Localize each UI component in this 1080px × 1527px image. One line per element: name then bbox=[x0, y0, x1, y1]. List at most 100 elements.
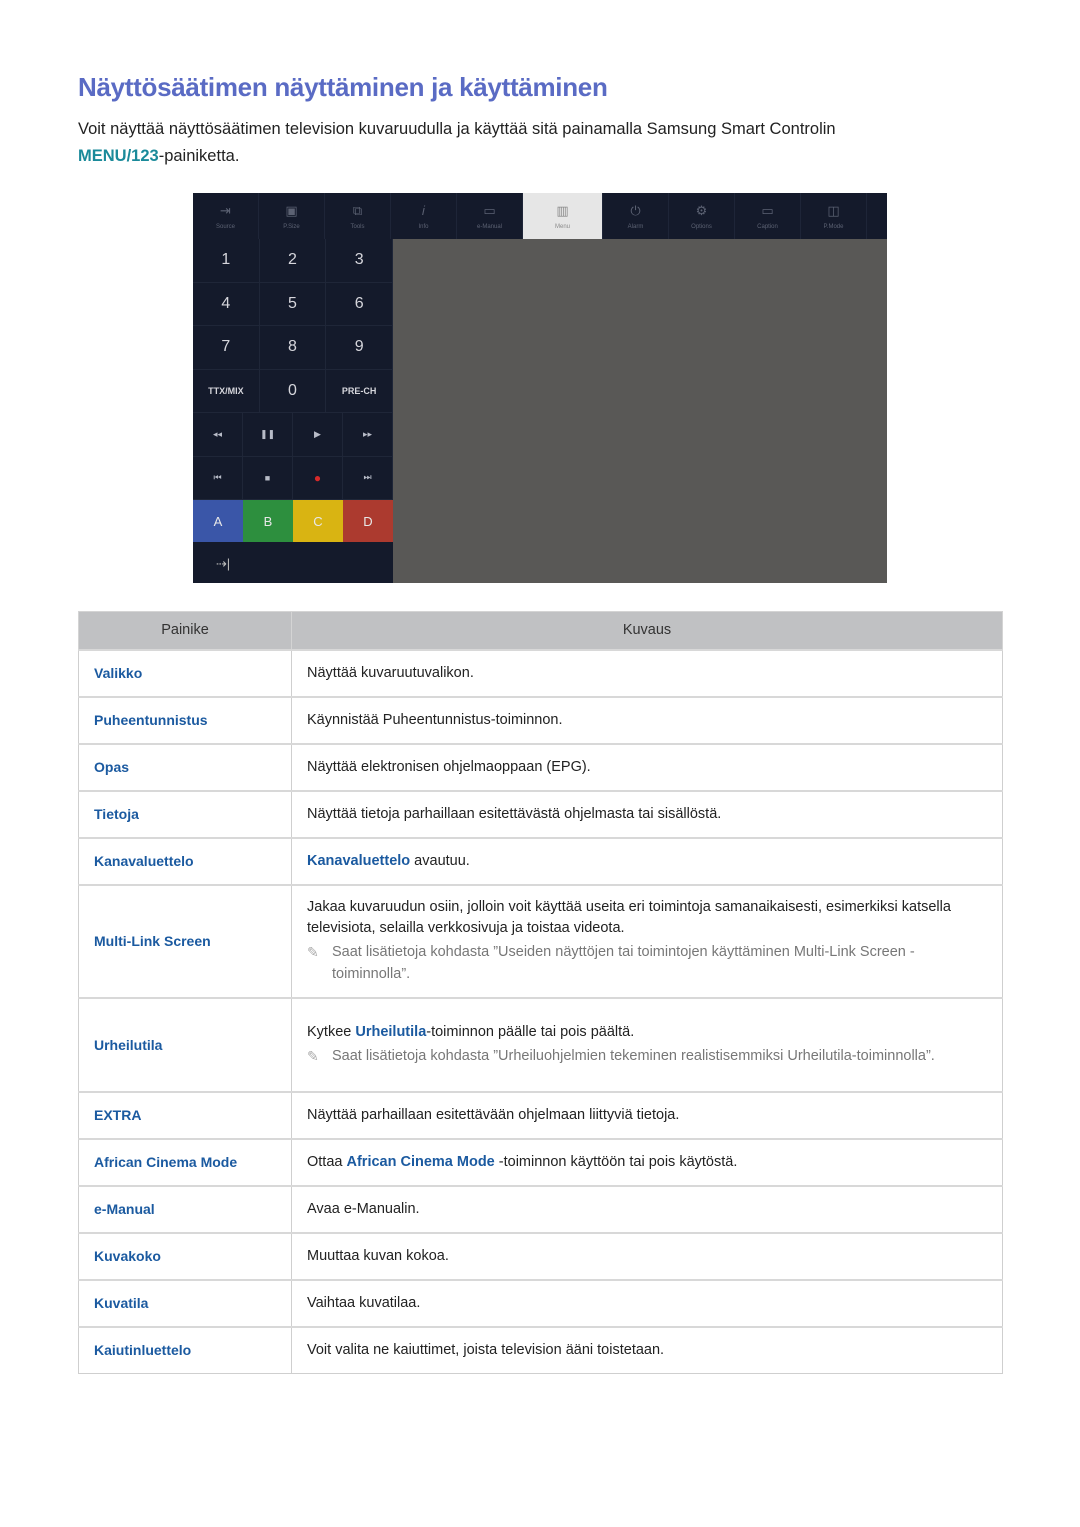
options-icon: ⚙ bbox=[695, 202, 708, 218]
pause-icon[interactable]: ❚❚ bbox=[243, 413, 293, 456]
row-description: Näyttää parhaillaan esitettävään ohjelma… bbox=[291, 1090, 1003, 1139]
row-key: Kanavaluettelo bbox=[78, 836, 292, 885]
topbar-button-e-manual[interactable]: ▭ e-Manual bbox=[457, 193, 523, 239]
fast-forward-icon[interactable]: ▸▸ bbox=[343, 413, 393, 456]
skip-forward-icon[interactable]: ⏭ bbox=[343, 456, 393, 499]
source-icon: ⇥ bbox=[220, 202, 231, 218]
menu-icon: ▥ bbox=[556, 202, 569, 218]
topbar-button-alarm[interactable]: ⏻ Alarm bbox=[603, 193, 669, 239]
note-text: Saat lisätietoja kohdasta ”Useiden näytt… bbox=[332, 944, 915, 982]
key-ttx-mix[interactable]: TTX/MIX bbox=[193, 369, 260, 412]
note: ✎ Saat lisätietoja kohdasta ”Useiden näy… bbox=[307, 941, 987, 985]
rewind-icon[interactable]: ◂◂ bbox=[193, 413, 243, 456]
topbar-button-source[interactable]: ⇥ Source bbox=[193, 193, 259, 239]
topbar-button-label: e-Manual bbox=[476, 223, 502, 230]
note-text: Saat lisätietoja kohdasta ”Urheiluohjelm… bbox=[332, 1048, 935, 1064]
table-header-row: Painike Kuvaus bbox=[78, 611, 1003, 650]
topbar-button-label: P.Size bbox=[283, 223, 300, 230]
key-2[interactable]: 2 bbox=[260, 239, 327, 282]
record-icon[interactable]: ● bbox=[293, 456, 343, 499]
row-description: Kytkee Urheilutila-toiminnon päälle tai … bbox=[291, 996, 1003, 1092]
table-row: EXTRA Näyttää parhaillaan esitettävään o… bbox=[78, 1090, 1003, 1139]
exit-arrow-icon[interactable]: ⇢| bbox=[193, 542, 253, 586]
tools-icon: ⧉ bbox=[352, 202, 363, 218]
picture-size-icon: ▣ bbox=[285, 202, 298, 218]
row-key: African Cinema Mode bbox=[78, 1137, 292, 1186]
row-key: Opas bbox=[78, 742, 292, 791]
row-key: Tietoja bbox=[78, 789, 292, 838]
color-key-b[interactable]: B bbox=[243, 500, 293, 542]
row-key: Kuvakoko bbox=[78, 1231, 292, 1280]
topbar-button-info[interactable]: 𝑖 Info bbox=[391, 193, 457, 239]
key-0[interactable]: 0 bbox=[260, 369, 327, 412]
pencil-icon: ✎ bbox=[307, 1048, 319, 1064]
color-key-c[interactable]: C bbox=[293, 500, 343, 542]
key-8[interactable]: 8 bbox=[260, 326, 327, 369]
row-description: Jakaa kuvaruudun osiin, jolloin voit käy… bbox=[291, 883, 1003, 998]
topbar-button-label: Caption bbox=[757, 223, 778, 230]
topbar-button-tools[interactable]: ⧉ Tools bbox=[325, 193, 391, 239]
row-key: Multi-Link Screen bbox=[78, 883, 292, 998]
topbar-button-caption[interactable]: ▭ Caption bbox=[735, 193, 801, 239]
row-description: Ottaa African Cinema Mode -toiminnon käy… bbox=[291, 1137, 1003, 1186]
key-3[interactable]: 3 bbox=[326, 239, 394, 282]
menu-123-key-label: MENU/123 bbox=[78, 147, 159, 165]
picture-mode-icon: ◫ bbox=[827, 202, 840, 218]
topbar-button-menu[interactable]: ▥ Menu bbox=[523, 193, 603, 239]
topbar-button-label: Menu bbox=[554, 223, 570, 230]
row-description: Avaa e-Manualin. bbox=[291, 1184, 1003, 1233]
row-description: Näyttää kuvaruutuvalikon. bbox=[291, 648, 1003, 697]
key-1[interactable]: 1 bbox=[193, 239, 260, 282]
column-header-button: Painike bbox=[78, 611, 292, 650]
description-text: Jakaa kuvaruudun osiin, jolloin voit käy… bbox=[307, 899, 951, 936]
table-row: Urheilutila Kytkee Urheilutila-toiminnon… bbox=[78, 996, 1003, 1092]
exit-row: ⇢| bbox=[193, 542, 393, 586]
keypad-row: TTX/MIX 0 PRE-CH bbox=[193, 369, 394, 413]
row-key: Urheilutila bbox=[78, 996, 292, 1092]
key-5[interactable]: 5 bbox=[260, 282, 327, 325]
table-row: Kuvatila Vaihtaa kuvatilaa. bbox=[78, 1278, 1003, 1327]
table-row: Tietoja Näyttää tietoja parhaillaan esit… bbox=[78, 789, 1003, 838]
virtual-remote-screenshot: ⇥ Source ▣ P.Size ⧉ Tools 𝑖 Info ▭ e-Manual ▥ Menu ⏻… bbox=[193, 193, 887, 583]
color-key-a[interactable]: A bbox=[193, 500, 243, 542]
topbar-button-label: P.Mode bbox=[823, 223, 844, 230]
row-description: Voit valita ne kaiuttimet, joista televi… bbox=[291, 1325, 1003, 1374]
table-row: Valikko Näyttää kuvaruutuvalikon. bbox=[78, 648, 1003, 697]
topbar-button-p-mode[interactable]: ◫ P.Mode bbox=[801, 193, 867, 239]
description-text: Kytkee bbox=[307, 1024, 356, 1040]
topbar-button-options[interactable]: ⚙ Options bbox=[669, 193, 735, 239]
description-text: -toiminnon päälle tai pois päältä. bbox=[426, 1024, 635, 1040]
key-4[interactable]: 4 bbox=[193, 282, 260, 325]
key-9[interactable]: 9 bbox=[326, 326, 394, 369]
keypad-row: 1 2 3 bbox=[193, 239, 394, 283]
play-icon[interactable]: ▶ bbox=[293, 413, 343, 456]
topbar-button-label: Alarm bbox=[627, 223, 644, 230]
description-text: Ottaa bbox=[307, 1154, 347, 1170]
key-6[interactable]: 6 bbox=[326, 282, 394, 325]
skip-back-icon[interactable]: ⏮ bbox=[193, 456, 243, 499]
color-key-d[interactable]: D bbox=[343, 500, 393, 542]
button-description-table: Painike Kuvaus Valikko Näyttää kuvaruutu… bbox=[78, 611, 1003, 1374]
caption-icon: ▭ bbox=[761, 202, 774, 218]
stop-icon[interactable]: ■ bbox=[243, 456, 293, 499]
topbar-button-label: Info bbox=[418, 223, 429, 230]
media-row: ⏮ ■ ● ⏭ bbox=[193, 456, 393, 500]
row-key: Kaiutinluettelo bbox=[78, 1325, 292, 1374]
topbar-button-label: Source bbox=[215, 223, 235, 230]
description-text: avautuu. bbox=[410, 853, 470, 869]
description-text: -toiminnon käyttöön tai pois käytöstä. bbox=[494, 1154, 738, 1170]
key-pre-ch[interactable]: PRE-CH bbox=[326, 369, 394, 412]
key-7[interactable]: 7 bbox=[193, 326, 260, 369]
intro-paragraph: Voit näyttää näyttösäätimen television k… bbox=[78, 116, 958, 170]
inline-key-reference: Urheilutila bbox=[355, 1024, 427, 1040]
topbar-button-label: Tools bbox=[350, 223, 365, 230]
row-description: Muuttaa kuvan kokoa. bbox=[291, 1231, 1003, 1280]
topbar-button-label: Options bbox=[691, 223, 712, 230]
topbar-button-p-size[interactable]: ▣ P.Size bbox=[259, 193, 325, 239]
keypad-row: 4 5 6 bbox=[193, 282, 394, 326]
intro-text: Voit näyttää näyttösäätimen television k… bbox=[78, 120, 836, 138]
column-header-description: Kuvaus bbox=[291, 611, 1003, 650]
note: ✎ Saat lisätietoja kohdasta ”Urheiluohje… bbox=[307, 1045, 987, 1067]
table-row: e-Manual Avaa e-Manualin. bbox=[78, 1184, 1003, 1233]
row-key: Valikko bbox=[78, 648, 292, 697]
